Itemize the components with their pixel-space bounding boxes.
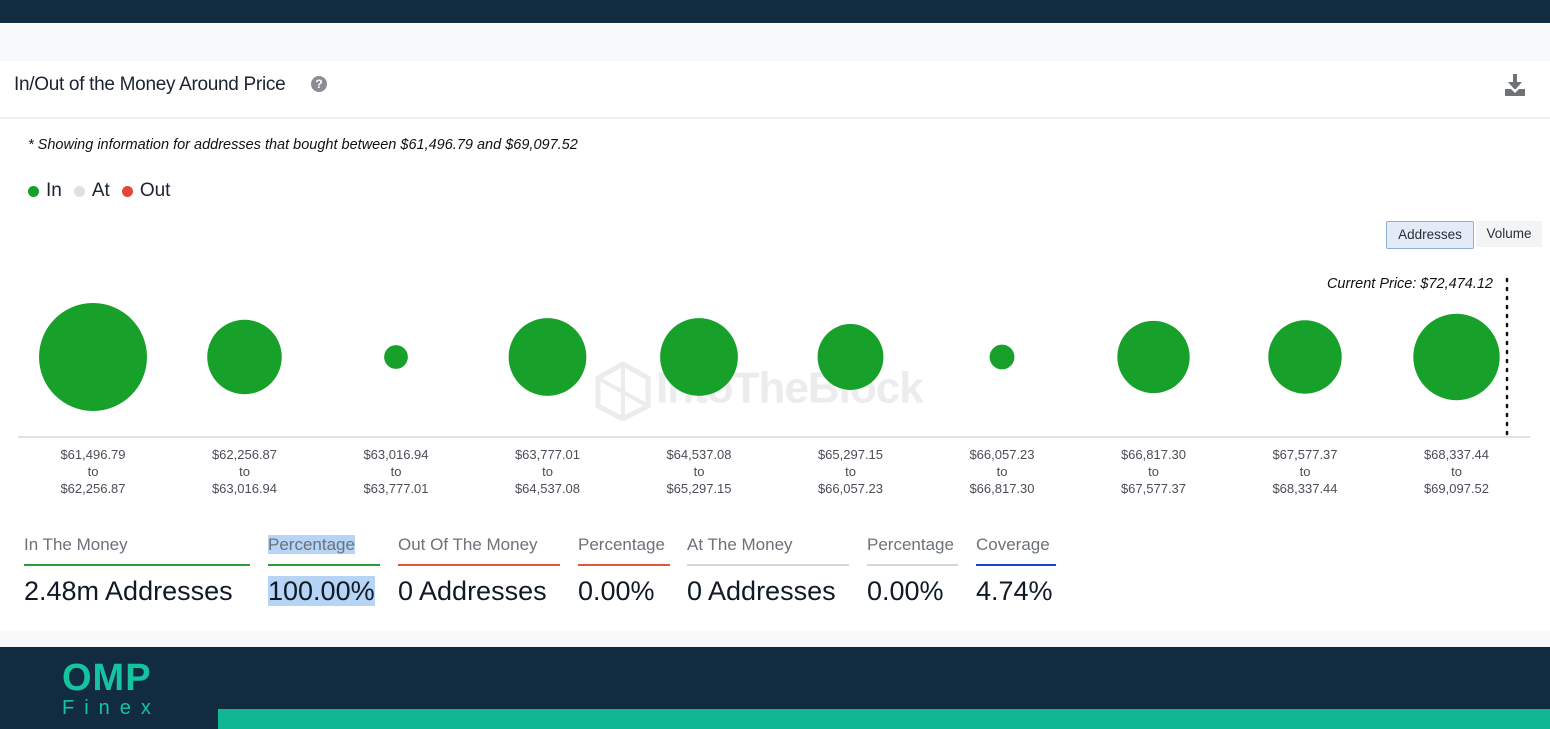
sub-bar: [0, 23, 1550, 61]
tick-label-from: $65,297.15: [818, 447, 883, 462]
legend-dot-out: [121, 185, 133, 197]
stat-in-percentage: Percentage 100.00%: [268, 533, 380, 607]
bubble[interactable]: [1268, 320, 1342, 394]
bubble[interactable]: [989, 344, 1015, 370]
tick-label-to: $67,577.37: [1121, 481, 1186, 496]
stat-label: Percentage: [268, 535, 355, 554]
stat-underline: [24, 564, 250, 566]
bubble[interactable]: [660, 318, 738, 396]
stat-label: Out Of The Money: [398, 535, 538, 554]
legend-item-out[interactable]: Out: [121, 180, 171, 202]
stat-label: Percentage: [867, 535, 954, 554]
stat-underline: [867, 564, 958, 566]
stat-label: At The Money: [687, 535, 793, 554]
card-header: In/Out of the Money Around Price ?: [0, 61, 1550, 119]
stat-at-percentage: Percentage 0.00%: [867, 533, 958, 607]
stat-label: In The Money: [24, 535, 128, 554]
bubble[interactable]: [207, 319, 282, 395]
top-bar: [0, 0, 1550, 23]
tick-label-from: $64,537.08: [666, 447, 731, 462]
stat-value: 100.00%: [268, 576, 375, 606]
legend-dot-in: [28, 185, 39, 197]
stat-value: 0 Addresses: [687, 576, 836, 606]
tick-label-to: $66,817.30: [969, 481, 1034, 496]
tick-label-to: $65,297.15: [666, 481, 731, 496]
bubble[interactable]: [1117, 320, 1190, 394]
stat-out-percentage: Percentage 0.00%: [578, 533, 670, 607]
logo-finex: Finex: [62, 697, 161, 719]
tick-label-to: $66,057.23: [818, 481, 883, 496]
stat-value: 0.00%: [867, 576, 944, 606]
tick-label-to: $68,337.44: [1272, 481, 1337, 496]
stat-value: 4.74%: [976, 576, 1053, 606]
stat-value: 0 Addresses: [398, 576, 547, 606]
download-icon[interactable]: [1504, 73, 1526, 97]
stat-underline: [398, 564, 560, 566]
addresses-toggle-button[interactable]: Addresses: [1386, 221, 1474, 249]
bubble[interactable]: [1413, 313, 1500, 401]
stat-at-the-money: At The Money 0 Addresses: [687, 533, 849, 607]
tick-label-separator: to: [88, 464, 99, 479]
logo-omp: OMP: [62, 657, 152, 699]
stat-underline: [578, 564, 670, 566]
stat-value: 0.00%: [578, 576, 655, 606]
volume-toggle-button[interactable]: Volume: [1476, 221, 1542, 247]
tick-label-from: $66,057.23: [969, 447, 1034, 462]
tick-label-to: $62,256.87: [60, 481, 125, 496]
bubble[interactable]: [384, 345, 408, 369]
stat-label: Coverage: [976, 535, 1050, 554]
stat-out-of-the-money: Out Of The Money 0 Addresses: [398, 533, 560, 607]
stat-label: Percentage: [578, 535, 665, 554]
stat-underline: [976, 564, 1056, 566]
chart-card: In/Out of the Money Around Price ? * Sho…: [0, 61, 1550, 631]
tick-label-separator: to: [391, 464, 402, 479]
legend-label: At: [91, 180, 110, 201]
legend-label: Out: [139, 180, 171, 201]
tick-label-separator: to: [1300, 464, 1311, 479]
tick-label-from: $67,577.37: [1272, 447, 1337, 462]
tick-label-to: $64,537.08: [515, 481, 580, 496]
stat-underline: [268, 564, 380, 566]
stat-value: 2.48m Addresses: [24, 576, 233, 606]
teal-accent-bar: [218, 709, 1550, 729]
tick-label-separator: to: [1148, 464, 1159, 479]
bubble[interactable]: [39, 303, 147, 411]
tick-label-from: $61,496.79: [60, 447, 125, 462]
legend: In At Out: [28, 180, 182, 202]
legend-item-in[interactable]: In: [28, 180, 62, 202]
tick-label-to: $63,777.01: [363, 481, 428, 496]
tick-label-separator: to: [694, 464, 705, 479]
bubble-chart: $61,496.79 to $62,256.87 $62,256.87 to $63,01…: [18, 277, 1530, 496]
tick-label-separator: to: [845, 464, 856, 479]
tick-label-to: $69,097.52: [1424, 481, 1489, 496]
legend-dot-at: [73, 185, 85, 197]
stat-underline: [687, 564, 849, 566]
legend-item-at[interactable]: At: [73, 180, 110, 202]
stats-row: In The Money 2.48m Addresses Percentage …: [0, 533, 1550, 613]
stat-in-the-money: In The Money 2.48m Addresses: [24, 533, 250, 607]
tick-label-from: $63,016.94: [363, 447, 428, 462]
tick-label-separator: to: [239, 464, 250, 479]
tick-label-from: $66,817.30: [1121, 447, 1186, 462]
tick-label-to: $63,016.94: [212, 481, 277, 496]
question-circle-icon[interactable]: ?: [311, 76, 327, 92]
tick-label-separator: to: [1451, 464, 1462, 479]
legend-label: In: [46, 180, 62, 201]
tick-label-separator: to: [542, 464, 553, 479]
bubble[interactable]: [508, 318, 587, 396]
stat-coverage: Coverage 4.74%: [976, 533, 1056, 607]
bubble[interactable]: [817, 324, 884, 390]
tick-label-from: $62,256.87: [212, 447, 277, 462]
tick-label-separator: to: [997, 464, 1008, 479]
tick-label-from: $63,777.01: [515, 447, 580, 462]
card-title: In/Out of the Money Around Price: [14, 74, 286, 95]
tick-label-from: $68,337.44: [1424, 447, 1489, 462]
range-note: * Showing information for addresses that…: [28, 137, 578, 153]
footer-banner: OMP Finex: [0, 647, 1550, 729]
